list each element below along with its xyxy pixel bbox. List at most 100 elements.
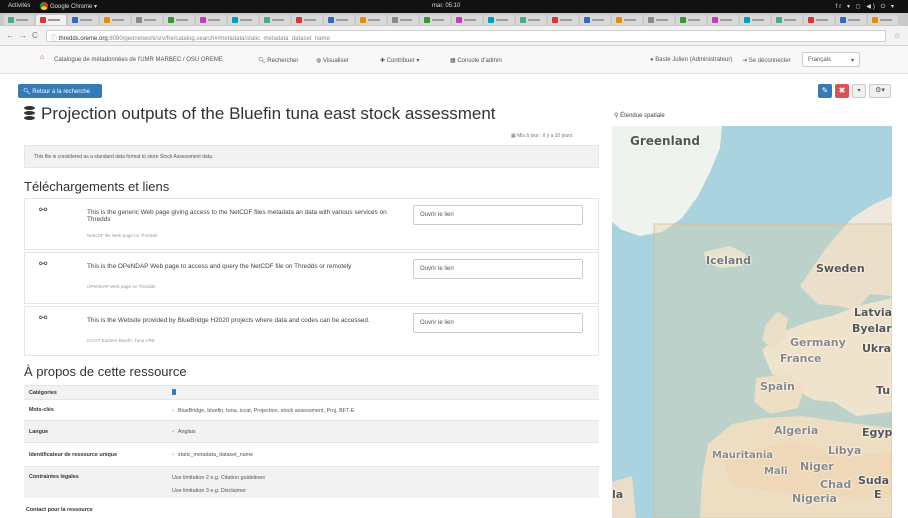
category-book-icon[interactable] [172, 389, 176, 397]
browser-tab[interactable] [324, 15, 354, 25]
tab-title [528, 19, 540, 21]
tab-title [816, 19, 828, 21]
link-name: ICCAT Eastern Bluefin Tuna VRE [87, 338, 156, 343]
browser-tab[interactable] [420, 15, 450, 25]
browser-tab[interactable] [548, 15, 578, 25]
browser-tab[interactable] [388, 15, 418, 25]
tab-favicon-icon [808, 17, 814, 23]
browser-tab[interactable] [740, 15, 770, 25]
nav-view[interactable]: ◍ Visualiser [316, 57, 349, 64]
app-menu[interactable]: Google Chrome ▾ [40, 2, 97, 10]
browser-tab[interactable] [68, 15, 98, 25]
bookmark-star-icon[interactable]: ☆ [894, 32, 900, 40]
tab-favicon-icon [232, 17, 238, 23]
nav-contribute[interactable]: ✚ Contribuer ▾ [380, 57, 419, 64]
browser-tab[interactable] [804, 15, 834, 25]
nav-admin-console[interactable]: ▦ Console d'admin [450, 57, 502, 64]
browser-tab[interactable] [4, 15, 34, 25]
back-to-search-label: Retour à la recherche [32, 89, 90, 95]
back-to-search-button[interactable]: 🔍︎ Retour à la recherche [18, 84, 102, 98]
browser-tab[interactable] [836, 15, 866, 25]
browser-tab[interactable] [36, 15, 66, 25]
place-label: Chad [820, 478, 852, 491]
logout-icon: ⇥ [742, 58, 749, 64]
logout-link[interactable]: ⇥ Se déconnecter [742, 57, 791, 64]
tab-title [80, 19, 92, 21]
browser-tab[interactable] [708, 15, 738, 25]
nav-search[interactable]: 🔍︎ Rechercher [258, 57, 298, 64]
link-name: NetCDF file Web page on Thredds [87, 233, 158, 238]
tab-title [272, 19, 284, 21]
link-item: ⚯ This is the generic Web page giving ac… [24, 198, 599, 250]
tab-favicon-icon [104, 17, 110, 23]
place-label: Latvia [854, 306, 892, 319]
browser-tab[interactable] [676, 15, 706, 25]
page-title: Projection outputs of the Bluefin tuna e… [24, 104, 496, 124]
tab-title [688, 19, 700, 21]
browser-tab[interactable] [260, 15, 290, 25]
link-item: ⚯ This is the Website provided by BlueBr… [24, 306, 599, 356]
tab-title [784, 19, 796, 21]
table-row: Contraintes légales Use limitation 2 e.g… [24, 466, 599, 498]
tab-title [592, 19, 604, 21]
browser-tab[interactable] [452, 15, 482, 25]
open-link-button[interactable]: Ouvrir le lien [413, 259, 583, 279]
edit-button[interactable]: ✎ [818, 84, 832, 98]
language-select[interactable]: Français ▾ [802, 52, 860, 67]
chevron-down-icon: ▾ [850, 58, 854, 64]
marbec-logo-icon[interactable]: ⌂ [40, 54, 51, 63]
place-label: Egyp [862, 426, 892, 439]
legal-value-2: Use limitation 3 e.g. Disclaimer [172, 488, 246, 494]
browser-tab[interactable] [580, 15, 610, 25]
browser-tab[interactable] [164, 15, 194, 25]
browser-tab[interactable] [868, 15, 898, 25]
open-link-button[interactable]: Ouvrir le lien [413, 313, 583, 333]
place-label: Tu [876, 384, 891, 397]
browser-tab[interactable] [196, 15, 226, 25]
language-value: • Anglais [172, 429, 196, 435]
place-label: Algeria [774, 424, 819, 437]
settings-menu-button[interactable]: ⚙▾ [869, 84, 891, 98]
catalog-title-link[interactable]: Catalogue de métadonnées de l'UMR MARBEC… [54, 57, 223, 63]
tab-favicon-icon [872, 17, 878, 23]
tab-title [464, 19, 476, 21]
language-text: Anglais [177, 429, 196, 435]
activities-button[interactable]: Activités [8, 3, 30, 9]
place-label: Ukra [862, 342, 892, 355]
browser-tab[interactable] [100, 15, 130, 25]
tab-title [336, 19, 348, 21]
url-host: thredds.oreme.org [58, 36, 108, 42]
globe-icon: ◍ [316, 58, 323, 64]
open-link-button[interactable]: Ouvrir le lien [413, 205, 583, 225]
nav-buttons[interactable]: ←→C [6, 31, 43, 40]
user-menu[interactable]: ● Baste Julien (Administrateur) [650, 57, 732, 63]
browser-tab[interactable] [484, 15, 514, 25]
tab-favicon-icon [296, 17, 302, 23]
browser-tab[interactable] [356, 15, 386, 25]
url-bar[interactable]: ⓘ thredds.oreme.org:8080/geonetwork/srv/… [46, 30, 886, 42]
place-label: France [780, 352, 822, 365]
browser-tab[interactable] [644, 15, 674, 25]
keywords-value[interactable]: • BlueBridge, bluefin, tuna, iccat, Proje… [172, 408, 354, 414]
more-button[interactable]: ▾ [852, 84, 866, 98]
delete-button[interactable]: ✖ [835, 84, 849, 98]
browser-tab[interactable] [612, 15, 642, 25]
clock[interactable]: mar. 05:10 [432, 3, 460, 9]
browser-tab[interactable] [516, 15, 546, 25]
browser-tab[interactable] [772, 15, 802, 25]
spatial-extent-map[interactable]: Greenland Iceland Sweden Latvia Byelar U… [612, 126, 892, 518]
url-path: :8080/geonetwork/srv/fre/catalog.search#… [107, 36, 330, 42]
info-icon: ⓘ [51, 36, 59, 42]
spatial-extent-label: ⚲ Étendue spatiale [614, 112, 665, 119]
plus-icon: ✚ [380, 58, 387, 64]
link-description: This is the OPeNDAP Web page to access a… [87, 263, 352, 270]
tab-strip [0, 13, 908, 26]
browser-tab[interactable] [228, 15, 258, 25]
tab-favicon-icon [840, 17, 846, 23]
browser-tab[interactable] [132, 15, 162, 25]
system-tray[interactable]: fr ▾ ◻ ◀) ⏻ ▾ [836, 3, 896, 11]
browser-tab[interactable] [292, 15, 322, 25]
tab-title [400, 19, 412, 21]
app-menu-label: Google Chrome ▾ [50, 3, 98, 10]
place-label: Libya [828, 444, 862, 457]
